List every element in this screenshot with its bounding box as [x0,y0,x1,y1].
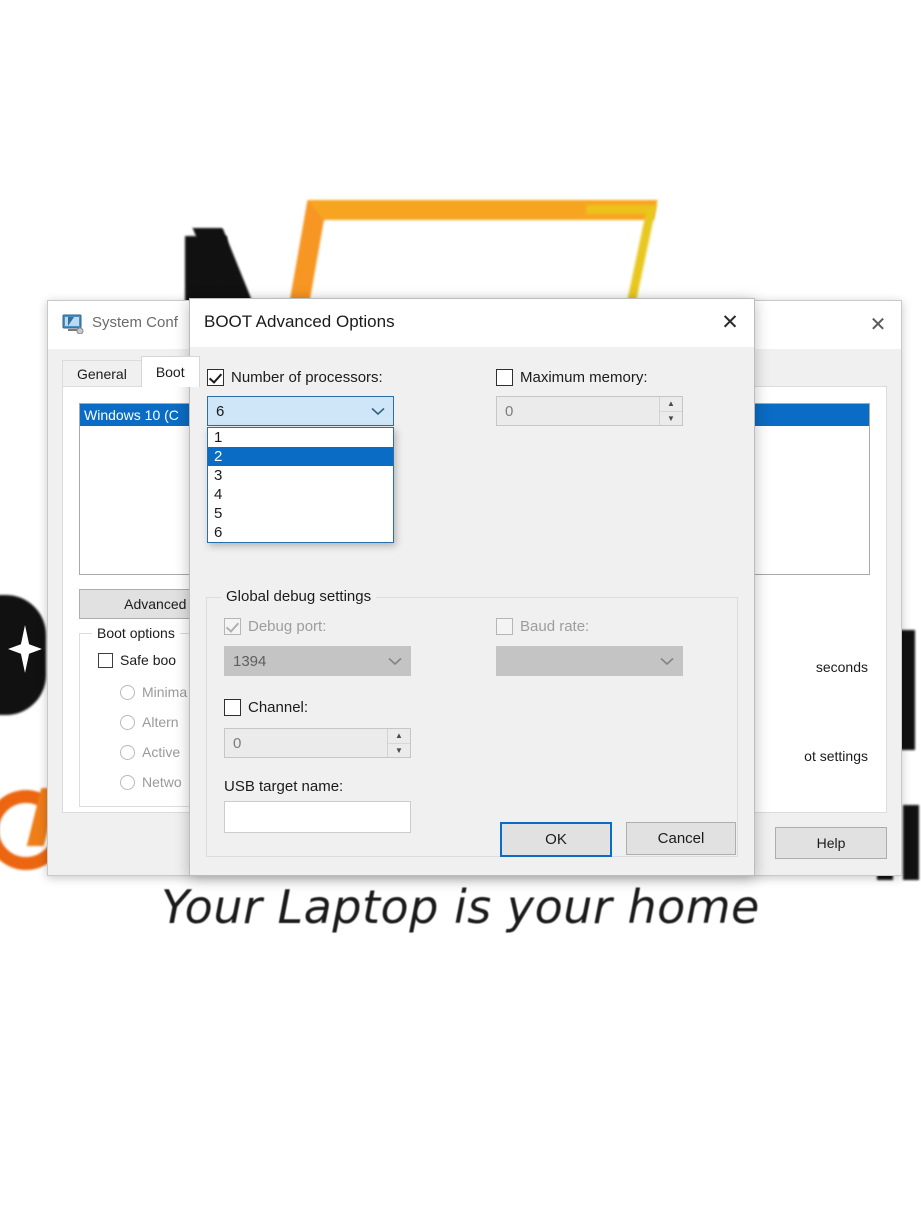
spinner-buttons[interactable]: ▲ ▼ [659,397,682,425]
number-of-processors-dropdown-list[interactable]: 1 2 3 4 5 6 [207,427,394,543]
dropdown-option[interactable]: 6 [208,523,393,542]
boot-advanced-options-dialog: BOOT Advanced Options ✕ Number of proces… [189,298,755,876]
safe-boot-active-label: Active [142,744,181,760]
checkbox-icon [496,369,513,386]
usb-target-name-input[interactable] [224,801,411,833]
screen: Your Laptop is your home System Conf ✕ G… [0,0,921,1229]
spinner-up-icon[interactable]: ▲ [660,397,682,412]
radio-icon [120,744,135,760]
number-of-processors-checkbox[interactable]: Number of processors: [207,369,383,386]
baud-rate-label: Baud rate: [520,618,590,635]
maximum-memory-label: Maximum memory: [520,369,648,386]
global-debug-settings-group: Global debug settings Debug port: 1394 B… [206,588,738,857]
ok-button[interactable]: OK [500,822,612,857]
poster-tagline: Your Laptop is your home [161,880,760,934]
global-debug-settings-legend: Global debug settings [221,588,377,605]
dropdown-option[interactable]: 1 [208,428,393,447]
usb-target-name-label: USB target name: [224,778,344,795]
checkbox-icon [224,699,241,716]
poster-star-icon [8,625,42,673]
poster-letter-p [0,595,46,715]
chevron-down-icon [660,654,674,669]
tab-bar: General Boot [62,356,200,387]
boot-options-legend: Boot options [92,625,180,641]
safe-boot-network-label: Netwo [142,774,182,790]
dialog-body: Number of processors: 6 1 2 3 4 5 6 Maxi… [190,347,754,875]
safe-boot-minimal-label: Minima [142,684,188,700]
tab-boot[interactable]: Boot [140,356,200,387]
checkbox-icon [496,618,513,635]
maximum-memory-checkbox[interactable]: Maximum memory: [496,369,648,386]
spinner-up-icon[interactable]: ▲ [388,729,410,744]
safe-boot-active-directory-radio[interactable]: Active [120,744,180,760]
dropdown-option[interactable]: 5 [208,504,393,523]
system-configuration-icon [62,314,84,335]
checkbox-icon [98,652,113,668]
chevron-down-icon [371,404,385,419]
dialog-title-bar: BOOT Advanced Options ✕ [190,299,754,347]
dialog-button-bar: OK Cancel [500,822,736,857]
safe-boot-checkbox[interactable]: Safe boo [98,652,176,668]
safe-boot-alternate-shell-radio[interactable]: Altern [120,714,179,730]
dropdown-option[interactable]: 4 [208,485,393,504]
channel-spinner[interactable]: 0 ▲ ▼ [224,728,411,758]
safe-boot-alternate-label: Altern [142,714,179,730]
dialog-title: BOOT Advanced Options [204,312,395,331]
chevron-down-icon [388,654,402,669]
close-icon[interactable]: ✕ [706,299,754,345]
dropdown-option-selected[interactable]: 2 [208,447,393,466]
maximum-memory-value: 0 [505,402,514,420]
number-of-processors-label: Number of processors: [231,369,383,386]
tab-general[interactable]: General [62,360,142,387]
channel-value: 0 [233,734,242,752]
debug-port-value: 1394 [233,652,267,670]
safe-boot-network-radio[interactable]: Netwo [120,774,182,790]
number-of-processors-combobox[interactable]: 6 [207,396,394,426]
channel-checkbox[interactable]: Channel: [224,699,308,716]
window-button-bar: Help [775,827,887,859]
dropdown-option[interactable]: 3 [208,466,393,485]
safe-boot-label: Safe boo [120,652,177,668]
safe-boot-minimal-radio[interactable]: Minima [120,684,187,700]
number-of-processors-value: 6 [216,402,225,420]
timeout-units-label: seconds [815,659,868,675]
permanent-boot-settings-label: ot settings [804,748,868,764]
channel-label: Channel: [248,699,309,716]
close-icon[interactable]: ✕ [855,301,901,347]
help-button[interactable]: Help [775,827,887,859]
radio-icon [120,714,135,730]
window-title: System Conf [92,314,178,331]
radio-icon [120,774,135,790]
baud-rate-combobox[interactable] [496,646,683,676]
debug-port-checkbox[interactable]: Debug port: [224,618,326,635]
debug-port-label: Debug port: [248,618,327,635]
spinner-down-icon[interactable]: ▼ [388,744,410,758]
checkbox-icon [224,618,241,635]
maximum-memory-spinner[interactable]: 0 ▲ ▼ [496,396,683,426]
debug-port-combobox[interactable]: 1394 [224,646,411,676]
baud-rate-checkbox[interactable]: Baud rate: [496,618,589,635]
poster-bar-c [903,805,919,880]
checkbox-icon [207,369,224,386]
spinner-down-icon[interactable]: ▼ [660,412,682,426]
radio-icon [120,684,135,700]
cancel-button[interactable]: Cancel [626,822,736,855]
spinner-buttons[interactable]: ▲ ▼ [387,729,410,757]
